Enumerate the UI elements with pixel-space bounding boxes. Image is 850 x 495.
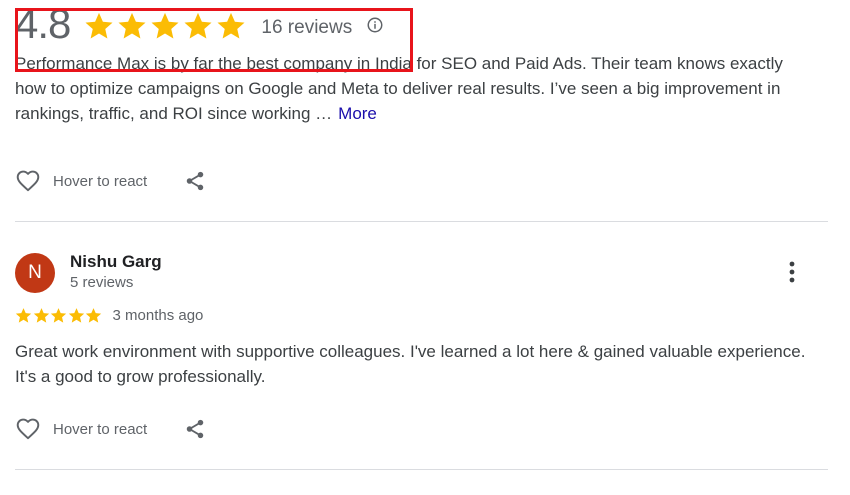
heart-icon xyxy=(16,418,40,440)
star-icon xyxy=(118,12,146,39)
react-label: Hover to react xyxy=(53,420,148,438)
info-icon[interactable] xyxy=(366,16,384,34)
divider xyxy=(15,221,828,222)
react-label: Hover to react xyxy=(53,172,148,190)
reviewer-name[interactable]: Nishu Garg xyxy=(70,252,162,272)
average-rating: 4.8 xyxy=(15,0,71,47)
review-stars xyxy=(15,307,103,324)
review-actions: Hover to react xyxy=(15,166,206,196)
star-icon xyxy=(184,12,212,39)
star-icon xyxy=(217,12,245,39)
reviews-panel: 4.8 16 reviews Performance Max is by far… xyxy=(0,0,850,495)
more-link[interactable]: More xyxy=(338,104,377,123)
summary-stars xyxy=(84,11,249,41)
review-actions: Hover to react xyxy=(15,414,206,444)
review-text: Performance Max is by far the best compa… xyxy=(15,54,830,126)
avatar[interactable]: N xyxy=(15,253,55,293)
share-icon[interactable] xyxy=(184,169,206,193)
review-rating-row: 3 months ago xyxy=(15,305,203,325)
star-icon xyxy=(85,12,113,39)
review-text-body: how to optimize campaigns on Google and … xyxy=(15,79,781,123)
rating-summary: 4.8 16 reviews xyxy=(15,0,384,60)
review-date: 3 months ago xyxy=(112,306,204,324)
star-icon xyxy=(85,307,102,323)
review-count[interactable]: 16 reviews xyxy=(261,17,352,39)
star-icon xyxy=(50,307,67,323)
more-vert-icon[interactable] xyxy=(780,259,804,285)
share-icon[interactable] xyxy=(184,417,206,441)
star-icon xyxy=(33,307,49,323)
react-button[interactable]: Hover to react xyxy=(15,168,147,194)
star-icon xyxy=(68,307,84,323)
divider xyxy=(15,469,828,470)
star-icon xyxy=(15,307,32,323)
heart-icon xyxy=(16,170,40,192)
reviewer-header: N Nishu Garg 5 reviews xyxy=(15,252,162,293)
star-icon xyxy=(151,12,179,39)
react-button[interactable]: Hover to react xyxy=(15,416,147,442)
reviewer-meta: Nishu Garg 5 reviews xyxy=(70,252,162,293)
review-text: Great work environment with supportive c… xyxy=(15,342,806,386)
reviewer-review-count: 5 reviews xyxy=(70,274,134,291)
